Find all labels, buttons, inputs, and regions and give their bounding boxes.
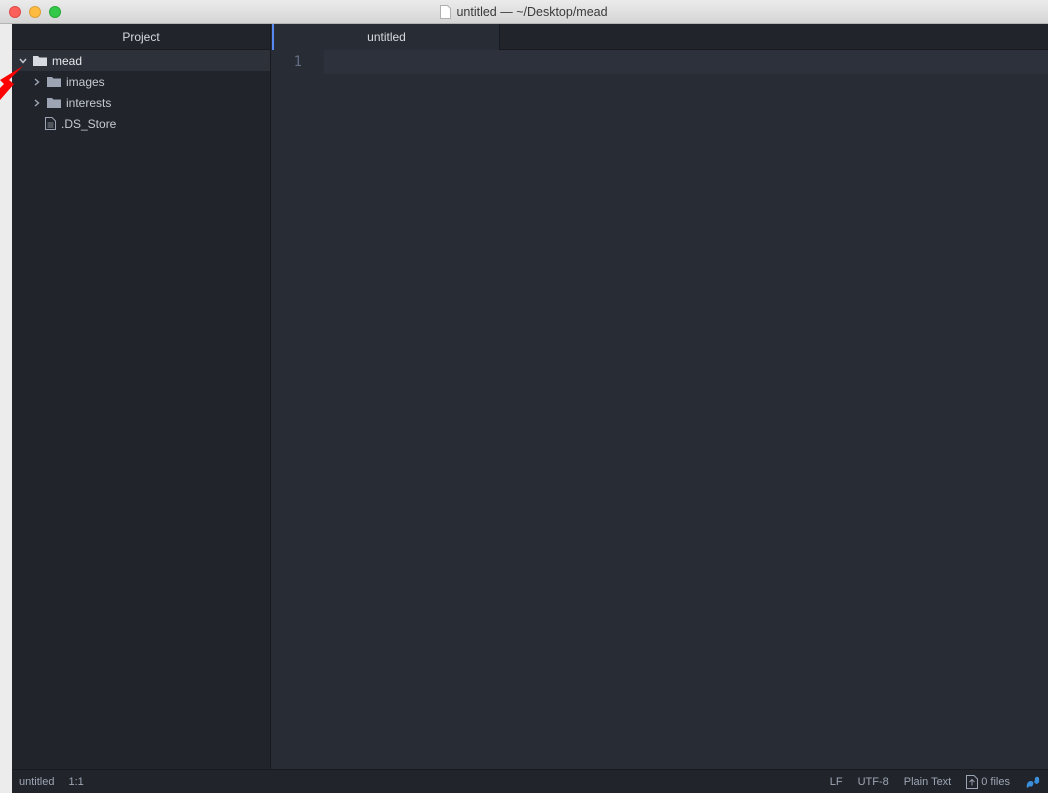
- tree-file-ds-store[interactable]: .DS_Store: [12, 113, 270, 134]
- tree-folder-interests[interactable]: interests: [12, 92, 270, 113]
- file-count-icon: [966, 774, 979, 789]
- status-cursor-position[interactable]: 1:1: [68, 776, 83, 788]
- project-tree-view: Project mead images interests .DS_Store: [12, 24, 271, 769]
- status-file-name[interactable]: untitled: [19, 776, 54, 788]
- folder-icon: [33, 56, 47, 66]
- cursor-line-highlight: [324, 50, 1048, 74]
- tab-label: untitled: [367, 30, 406, 44]
- status-git-files[interactable]: 0 files: [966, 774, 1010, 789]
- line-number-gutter: 1: [272, 50, 324, 769]
- tree-item-label: images: [66, 74, 105, 89]
- text-editor[interactable]: 1: [272, 50, 1048, 769]
- tree-item-label: .DS_Store: [61, 116, 117, 131]
- window-title-group: untitled — ~/Desktop/mead: [0, 0, 1048, 24]
- editor-window: Project mead images interests .DS_Store …: [12, 24, 1048, 769]
- line-number: 1: [293, 54, 302, 70]
- status-line-ending[interactable]: LF: [830, 776, 843, 788]
- title-bar: untitled — ~/Desktop/mead: [0, 0, 1048, 24]
- chevron-right-icon[interactable]: [32, 98, 42, 107]
- status-files-label: 0 files: [981, 775, 1010, 788]
- status-encoding[interactable]: UTF-8: [858, 776, 889, 788]
- status-bar: untitled 1:1 LF UTF-8 Plain Text 0 files: [12, 769, 1048, 793]
- tree-folder-mead[interactable]: mead: [12, 50, 270, 71]
- tree-folder-images[interactable]: images: [12, 71, 270, 92]
- project-panel-tab[interactable]: Project: [12, 24, 270, 50]
- tab-bar: untitled: [272, 24, 1048, 50]
- folder-icon: [47, 77, 61, 87]
- squirrel-icon[interactable]: [1025, 775, 1040, 789]
- tree-item-label: interests: [66, 95, 112, 110]
- desktop-edge: [0, 24, 12, 793]
- status-grammar[interactable]: Plain Text: [904, 776, 952, 788]
- file-icon: [45, 117, 56, 130]
- project-panel-label: Project: [122, 29, 160, 44]
- annotation-arrow-icon: [0, 66, 23, 100]
- chevron-right-icon[interactable]: [32, 77, 42, 86]
- folder-icon: [47, 98, 61, 108]
- window-title: untitled — ~/Desktop/mead: [456, 5, 608, 19]
- tab-untitled[interactable]: untitled: [272, 24, 500, 50]
- tree-item-label: mead: [52, 53, 83, 68]
- document-icon: [440, 5, 452, 19]
